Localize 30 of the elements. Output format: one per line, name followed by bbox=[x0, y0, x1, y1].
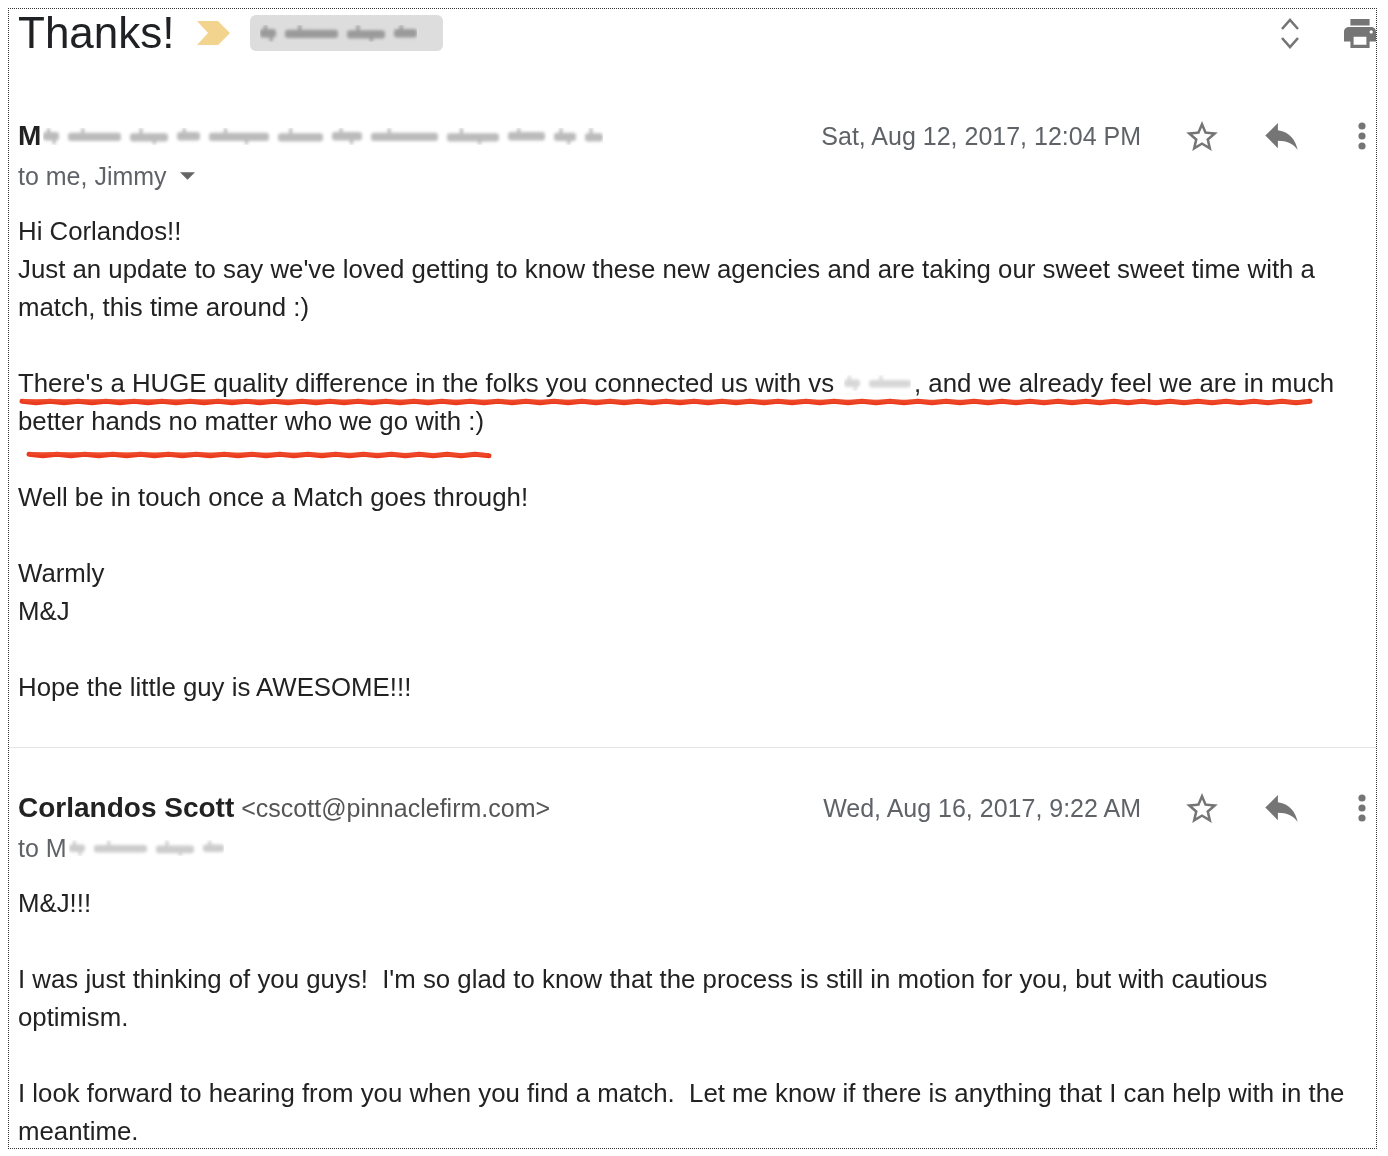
more-options-icon[interactable] bbox=[1358, 794, 1366, 822]
body-text: M&J!!! bbox=[18, 888, 93, 919]
sender-name: Corlandos Scott bbox=[18, 791, 235, 825]
body-text: Well be in touch once a Match goes through! bbox=[18, 482, 530, 513]
more-options-icon[interactable] bbox=[1358, 122, 1366, 150]
dropdown-caret-icon[interactable] bbox=[179, 172, 195, 180]
body-text: Hi Corlandos!! bbox=[18, 216, 183, 247]
reply-icon[interactable] bbox=[1265, 794, 1298, 822]
body-text: Warmly bbox=[18, 558, 106, 589]
recipients-text: to me, Jimmy bbox=[18, 161, 167, 192]
star-icon[interactable] bbox=[1186, 121, 1218, 151]
body-text: Hope the little guy is AWESOME!!! bbox=[18, 672, 413, 703]
reply-icon[interactable] bbox=[1265, 122, 1298, 150]
body-text: Just an update to say we've loved getting to know these new agencies and are taking our sweet sweet time with a match, this time around :) bbox=[18, 254, 1316, 323]
sender-name: M bbox=[18, 119, 42, 153]
expand-collapse-icon[interactable] bbox=[1280, 16, 1300, 50]
sender-email: <cscott@pinnaclefirm.com> bbox=[241, 793, 551, 824]
recipients-text: to M bbox=[18, 833, 67, 864]
body-text: better hands no matter who we go with :) bbox=[18, 406, 486, 437]
print-icon[interactable] bbox=[1344, 18, 1376, 48]
body-text: M&J bbox=[18, 596, 71, 627]
body-text: , and we already feel we are in much bbox=[914, 368, 1335, 399]
body-text: I look forward to hearing from you when you find a match. Let me know if there is anything that I can help with in the meantime. bbox=[18, 1078, 1346, 1147]
message-date: Sat, Aug 12, 2017, 12:04 PM bbox=[821, 121, 1141, 152]
body-text: I was just thinking of you guys! I'm so glad to know that the process is still in motion for you, but with cautious optimism. bbox=[18, 964, 1269, 1033]
star-icon[interactable] bbox=[1186, 793, 1218, 823]
email-subject: Thanks! bbox=[18, 9, 175, 57]
message-date: Wed, Aug 16, 2017, 9:22 AM bbox=[823, 793, 1141, 824]
importance-marker-icon[interactable] bbox=[196, 21, 230, 45]
body-text: There's a HUGE quality difference in the folks you connected us with vs bbox=[18, 368, 835, 399]
